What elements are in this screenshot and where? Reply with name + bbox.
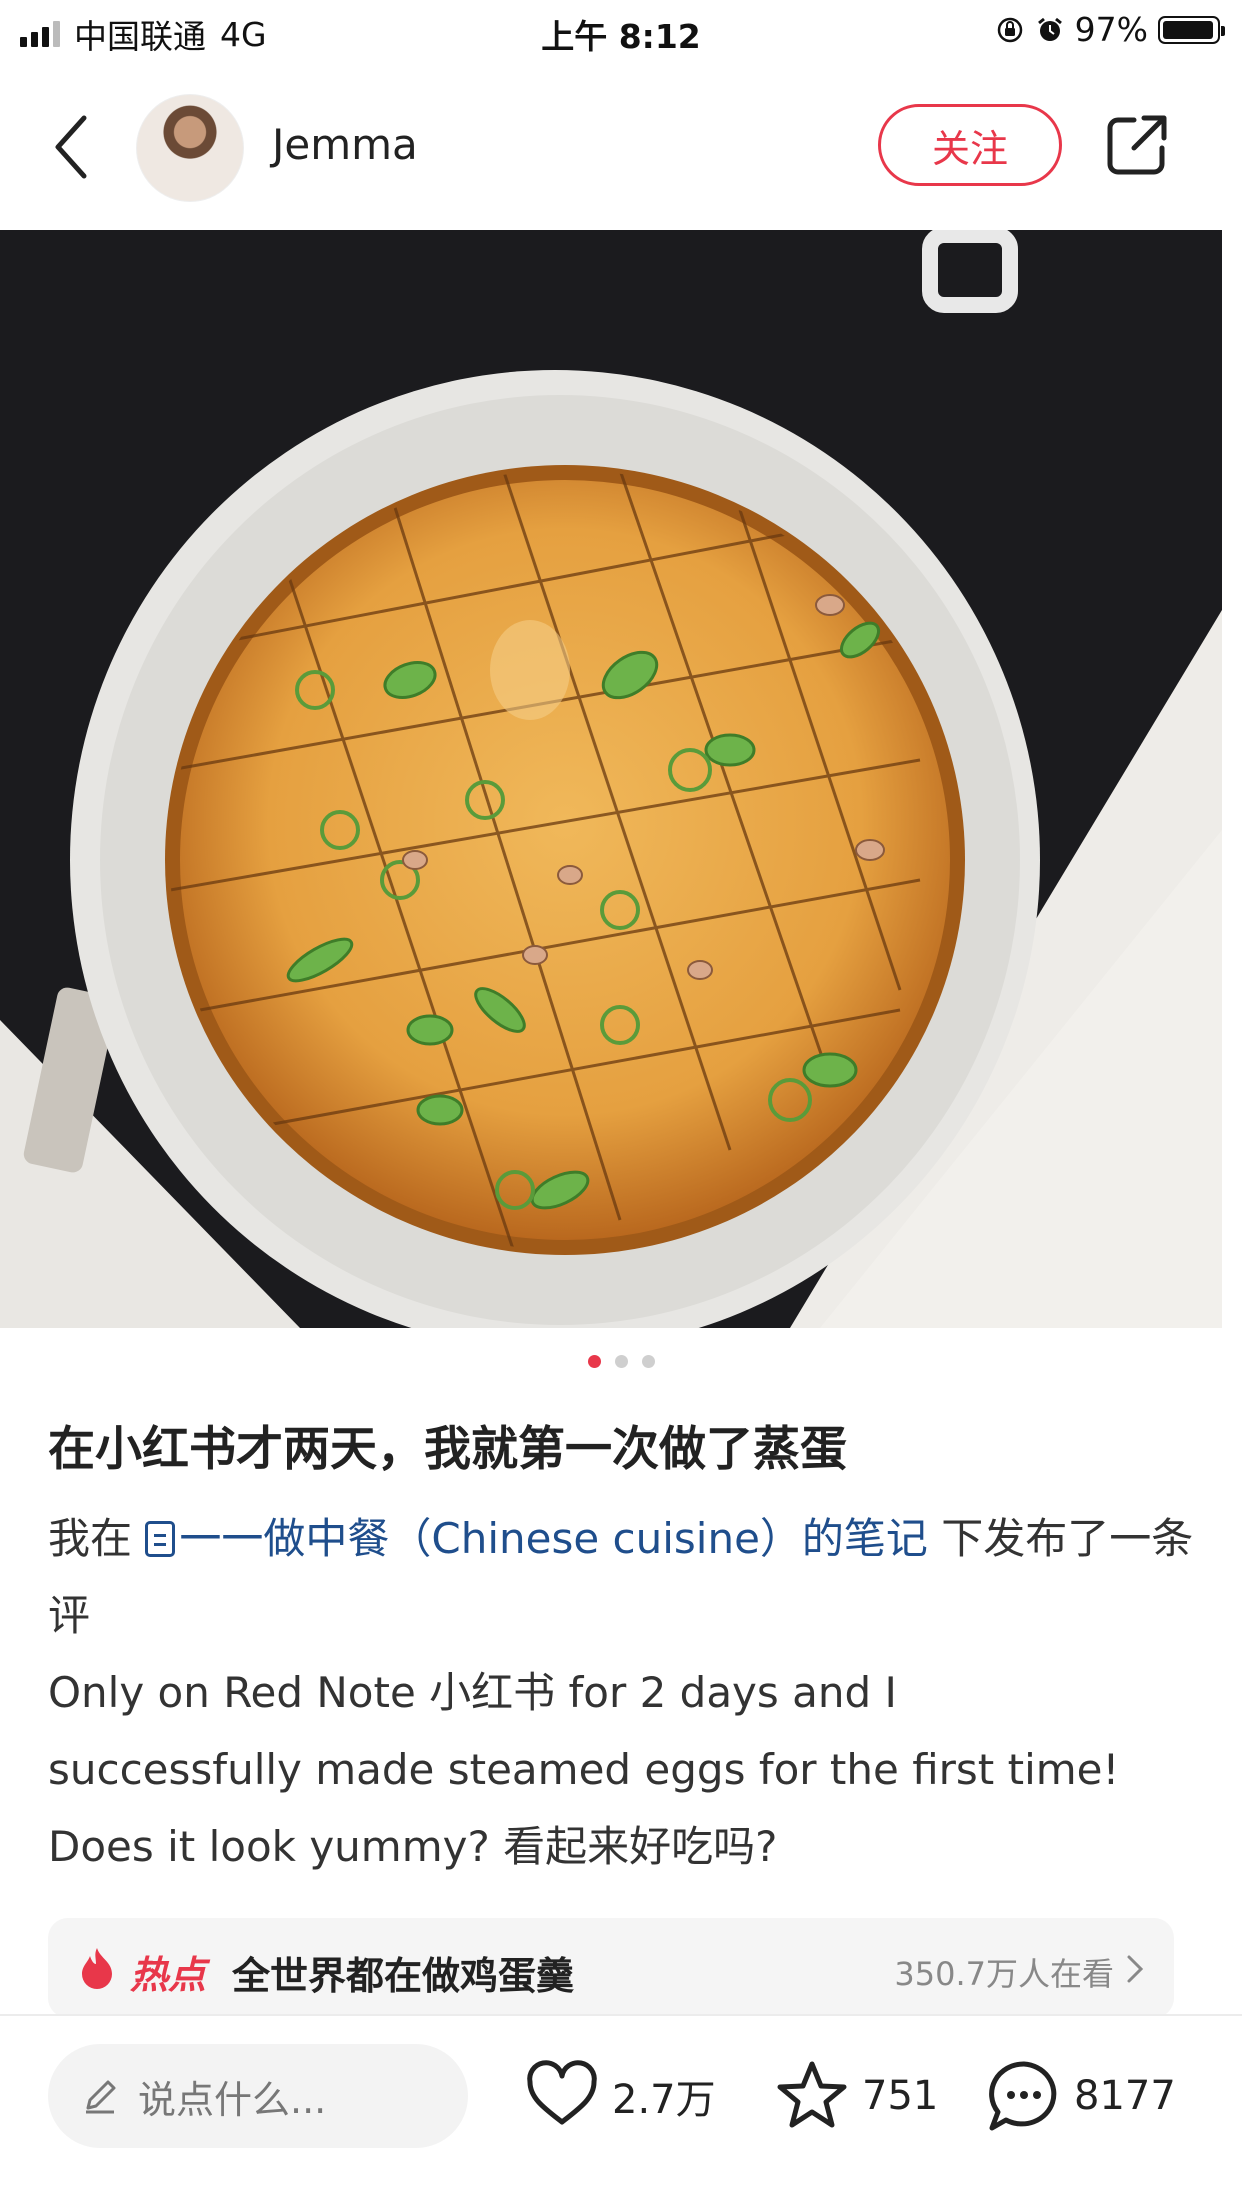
post-title: 在小红书才两天，我就第一次做了蒸蛋 — [48, 1422, 847, 1477]
follow-button[interactable]: 关注 — [878, 104, 1062, 186]
post-body-line: Does it look yummy? 看起来好吃吗? — [48, 1822, 778, 1871]
comment-placeholder[interactable]: 说点什么... — [138, 2069, 326, 2124]
back-chevron-icon[interactable] — [48, 112, 98, 182]
alarm-icon — [1037, 17, 1062, 41]
comment-input[interactable]: 说点什么... — [48, 2044, 468, 2148]
post-body: 我在 一一做中餐（Chinese cuisine）的笔记 下发布了一条评 Onl… — [48, 1500, 1198, 1885]
rotation-lock-icon — [997, 17, 1022, 42]
post-body-line: Only on Red Note 小红书 for 2 days and I — [48, 1668, 897, 1717]
pencil-icon — [86, 2080, 116, 2114]
battery-icon — [1158, 15, 1225, 44]
status-bar: 中国联通 4G 上午 8:12 97% — [0, 0, 1242, 64]
like-count: 2.7万 — [612, 2077, 716, 2123]
battery-percent: 97% — [1074, 10, 1148, 49]
post-intro: 我在 一一做中餐（Chinese cuisine）的笔记 下发布了一条评 — [48, 1500, 1198, 1654]
collect-button[interactable]: 751 — [774, 2058, 938, 2134]
carousel-indicator — [0, 1355, 1242, 1368]
share-icon[interactable] — [1104, 112, 1170, 178]
collect-count: 751 — [862, 2073, 939, 2119]
post-image[interactable] — [0, 230, 1222, 1328]
avatar[interactable] — [136, 94, 244, 202]
carousel-dot — [587, 1355, 601, 1368]
post-body-line: successfully made steamed eggs for the f… — [48, 1745, 1120, 1794]
flame-icon — [82, 1948, 112, 1989]
note-link[interactable]: 一一做中餐（Chinese cuisine）的笔记 — [145, 1514, 928, 1563]
intro-prefix: 我在 — [48, 1514, 133, 1563]
heart-icon[interactable] — [524, 2058, 600, 2134]
star-icon[interactable] — [774, 2058, 850, 2134]
like-button[interactable]: 2.7万 — [524, 2058, 716, 2134]
status-bar-right: 97% — [995, 10, 1225, 49]
comment-bubble-icon[interactable] — [986, 2058, 1062, 2134]
hot-topic-viewers: 350.7万人在看 — [894, 1955, 1114, 1993]
comment-count: 8177 — [1074, 2073, 1176, 2119]
carousel-dot — [614, 1355, 628, 1368]
steamed-egg-photo — [0, 230, 1222, 1328]
note-icon — [145, 1521, 176, 1557]
bottom-action-bar: 说点什么... 2.7万 751 8177 — [0, 2016, 1242, 2208]
comment-button[interactable]: 8177 — [986, 2058, 1176, 2134]
hot-topic-title[interactable]: 全世界都在做鸡蛋羹 — [232, 1945, 574, 2000]
hot-tag: 热点 — [130, 1953, 207, 1997]
chevron-right-icon — [1127, 1955, 1144, 1983]
author-username[interactable]: Jemma — [272, 120, 418, 169]
hot-topic-banner[interactable]: 热点 全世界都在做鸡蛋羹 350.7万人在看 — [48, 1918, 1174, 2018]
post-header: Jemma 关注 — [0, 72, 1242, 222]
note-link-text[interactable]: 一一做中餐（Chinese cuisine）的笔记 — [179, 1514, 928, 1563]
carousel-dot — [641, 1355, 655, 1368]
battery-fill — [1163, 20, 1213, 39]
